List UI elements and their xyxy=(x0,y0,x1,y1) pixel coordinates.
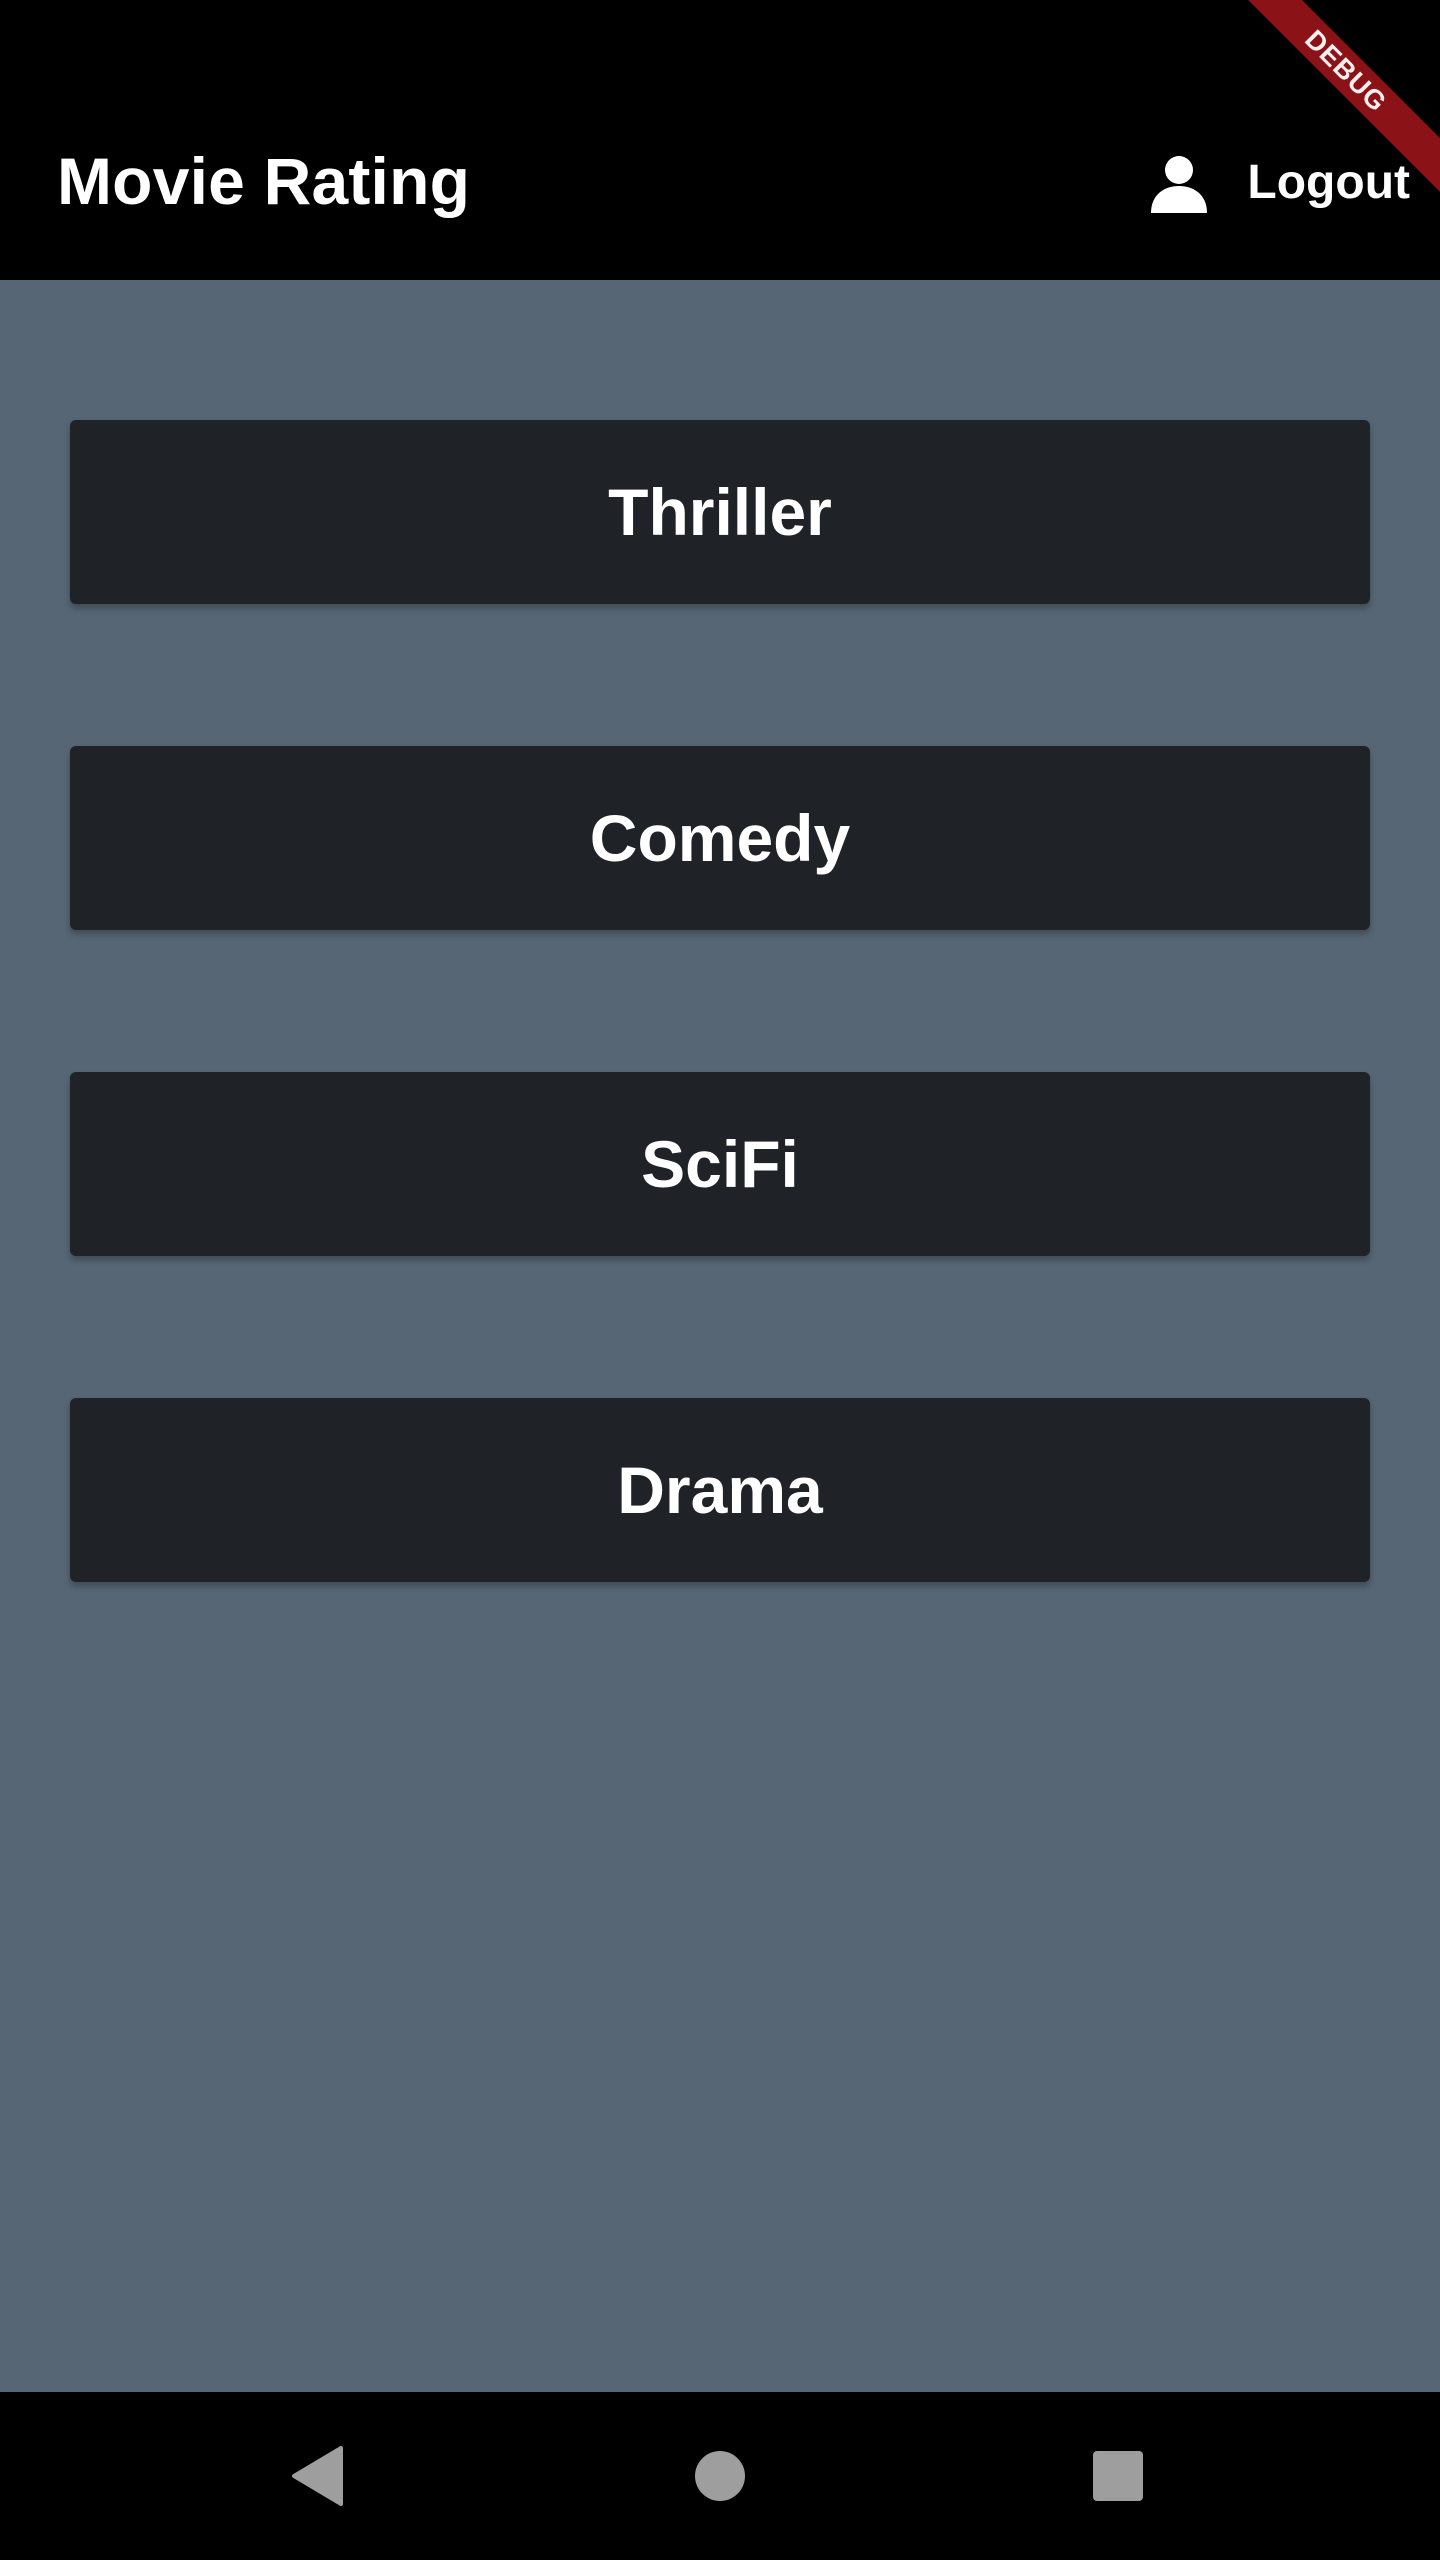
person-icon xyxy=(1151,156,1208,213)
home-circle-icon xyxy=(695,2451,745,2501)
genre-button-scifi[interactable]: SciFi xyxy=(70,1072,1370,1256)
genre-list: Thriller Comedy SciFi Drama xyxy=(70,420,1370,1582)
genre-button-thriller[interactable]: Thriller xyxy=(70,420,1370,604)
app-title: Movie Rating xyxy=(57,144,471,218)
genre-content: Thriller Comedy SciFi Drama xyxy=(0,280,1440,2392)
home-navigation-button[interactable] xyxy=(674,2430,766,2522)
movie-rating-screen: Movie Rating Logout DEBUG Thriller Comed… xyxy=(0,0,1440,2560)
recents-square-icon xyxy=(1093,2451,1143,2501)
back-navigation-button[interactable] xyxy=(272,2430,364,2522)
genre-button-comedy[interactable]: Comedy xyxy=(70,746,1370,930)
app-bar: Movie Rating Logout DEBUG xyxy=(0,0,1440,280)
recents-navigation-button[interactable] xyxy=(1072,2430,1164,2522)
system-navigation-bar xyxy=(0,2392,1440,2560)
logout-label: Logout xyxy=(1247,156,1410,209)
back-triangle-icon xyxy=(292,2446,343,2506)
logout-button[interactable]: Logout xyxy=(1147,138,1410,228)
genre-button-drama[interactable]: Drama xyxy=(70,1398,1370,1582)
